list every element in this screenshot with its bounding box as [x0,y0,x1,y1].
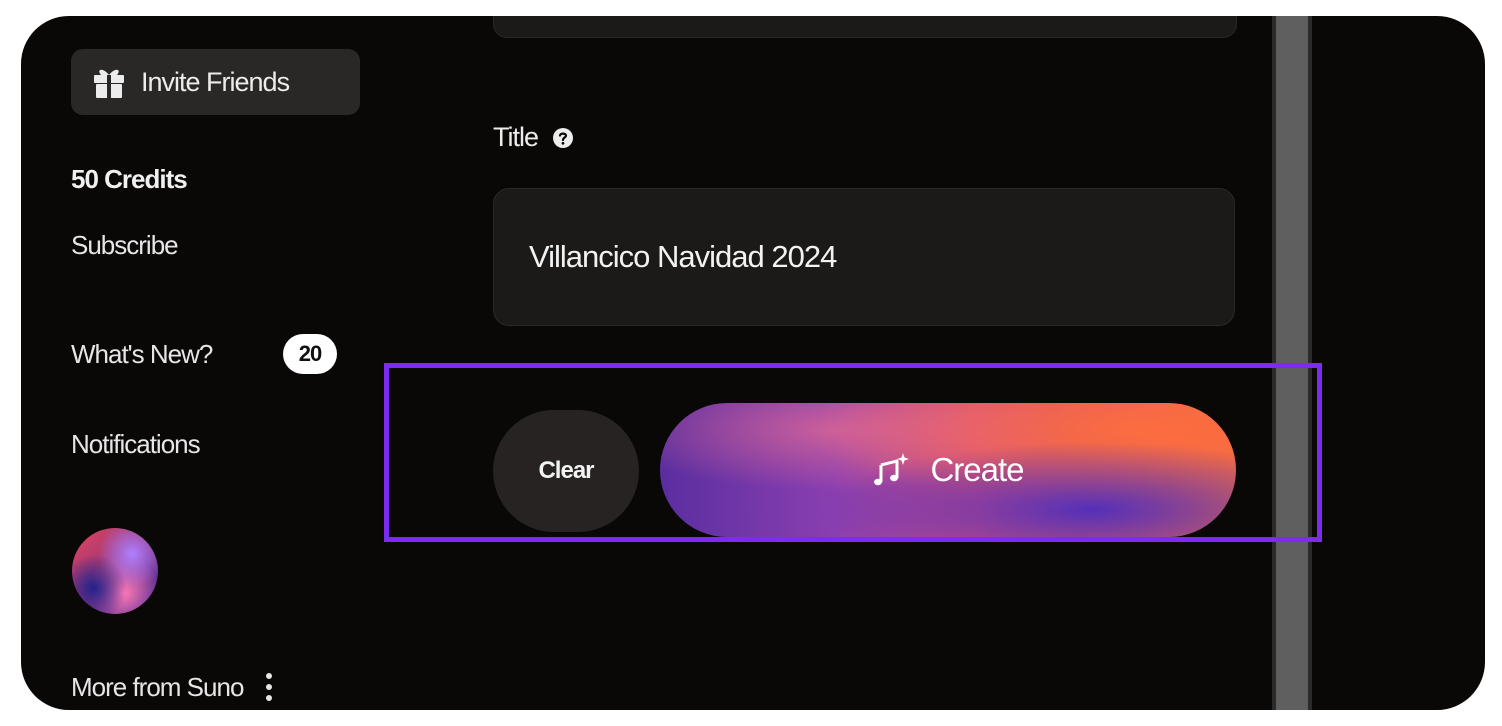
create-button[interactable]: Create [660,403,1236,537]
notifications-link[interactable]: Notifications [71,429,201,460]
invite-friends-button[interactable]: Invite Friends [71,49,360,115]
previous-field[interactable] [493,16,1237,38]
gift-icon [94,69,124,98]
title-label: Title [493,122,539,152]
app-window: Invite Friends 50 Credits Subscribe What… [21,16,1485,710]
credits-count: 50 Credits [71,164,188,194]
invite-friends-label: Invite Friends [141,66,290,97]
whats-new-badge: 20 [283,334,337,374]
more-from-suno-label[interactable]: More from Suno [71,672,244,703]
music-sparkle-icon [874,453,910,486]
more-from-suno: More from Suno [71,670,273,704]
sidebar: Invite Friends 50 Credits Subscribe What… [21,16,401,710]
title-input[interactable]: Villancico Navidad 2024 [493,188,1235,326]
clear-button[interactable]: Clear [493,410,639,532]
kebab-menu-icon[interactable] [265,670,273,704]
subscribe-link[interactable]: Subscribe [71,230,179,261]
question-circle-icon[interactable] [552,127,574,149]
create-form: Title Villancico Navidad 2024 Clear Crea… [401,16,1271,710]
whats-new-link[interactable]: What's New? [71,339,213,370]
create-label: Create [930,451,1024,488]
scrollbar[interactable] [1272,16,1312,710]
avatar[interactable] [72,528,158,614]
title-label-row: Title [493,122,574,153]
